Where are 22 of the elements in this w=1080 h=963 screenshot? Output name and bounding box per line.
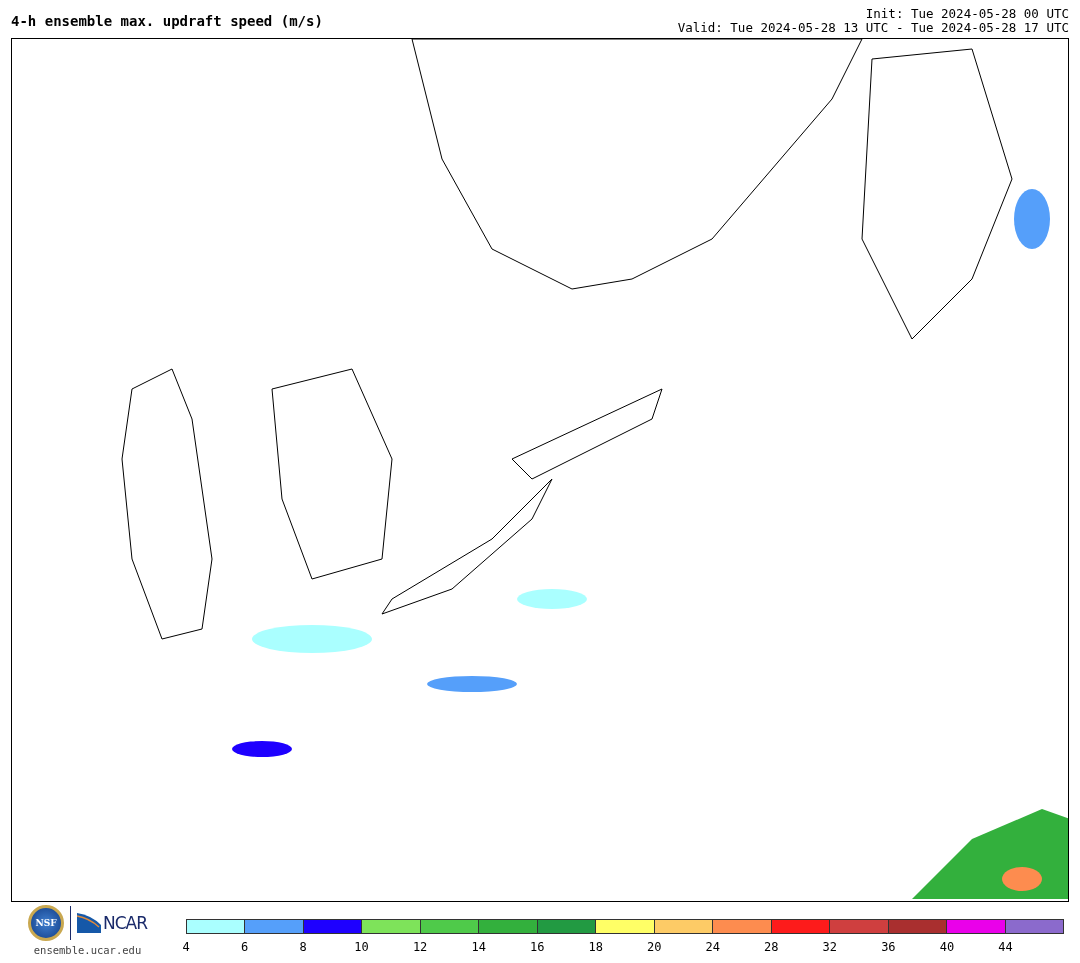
init-time: Init: Tue 2024-05-28 00 UTC: [865, 7, 1069, 21]
ncar-logo: NCAR: [103, 913, 147, 933]
valid-time: Valid: Tue 2024-05-28 13 UTC - Tue 2024-05-28 17 UTC: [677, 21, 1069, 35]
nsf-logo: NSF: [28, 905, 64, 941]
legend-tick-label: 12: [412, 940, 428, 954]
legend-tick-label: 20: [647, 940, 662, 954]
legend-tick-label: 44: [998, 940, 1013, 954]
site-url: ensemble.ucar.edu: [33, 944, 142, 956]
legend-tick-label: 36: [881, 940, 896, 954]
legend-tick-label: 14: [471, 940, 486, 954]
legend-tick-label: 4: [182, 940, 190, 954]
legend-tick-label: 40: [939, 940, 955, 954]
legend-tick-label: 28: [764, 940, 779, 954]
legend-tick-label: 8: [299, 940, 307, 954]
chart-title: 4-h ensemble max. updraft speed (m/s): [11, 13, 323, 29]
legend-tick-label: 18: [588, 940, 603, 954]
legend-tick-label: 6: [240, 940, 249, 954]
swoosh-icon: [77, 913, 101, 933]
legend-tick-label: 10: [354, 940, 369, 954]
legend-tick-label: 24: [705, 940, 720, 954]
legend-tick-label: 16: [529, 940, 545, 954]
legend-tick-label: 32: [822, 940, 838, 954]
